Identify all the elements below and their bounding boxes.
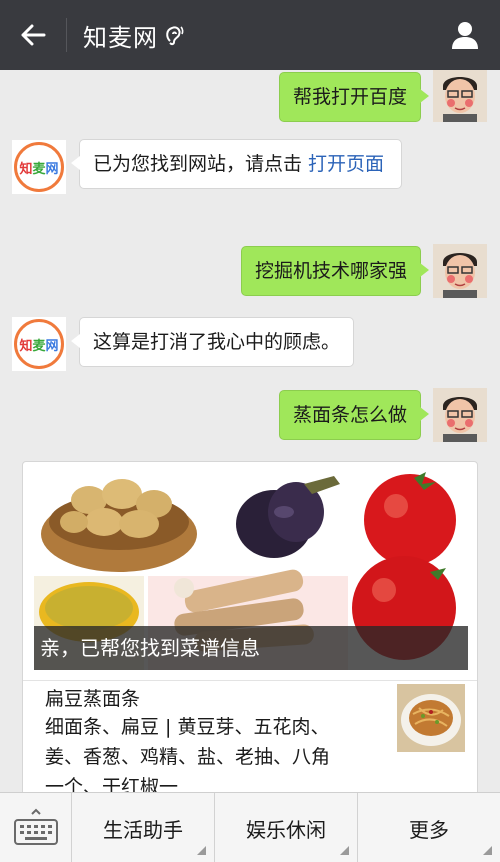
message-bubble-outgoing[interactable]: 帮我打开百度 bbox=[278, 72, 430, 122]
keyboard-toggle-button[interactable] bbox=[0, 793, 72, 862]
bottom-menu-bar: 生活助手 娱乐休闲 更多 bbox=[0, 792, 500, 862]
message-text: 已为您找到网站，请点击 bbox=[93, 153, 309, 175]
user-avatar[interactable] bbox=[433, 388, 487, 442]
user-avatar[interactable] bbox=[433, 244, 487, 298]
bot-avatar[interactable]: 知麦网 bbox=[12, 140, 66, 194]
recipe-description: 细面条、扁豆 | 黄豆芽、五花肉、姜、香葱、鸡精、盐、老抽、八角一个、干红椒一 bbox=[45, 716, 331, 792]
title-area: 知麦网 bbox=[67, 18, 184, 53]
message-text: 帮我打开百度 bbox=[292, 86, 407, 108]
menu-label: 生活助手 bbox=[103, 817, 183, 842]
bot-logo-char: 麦 bbox=[32, 338, 46, 354]
message-text: 挖掘机技术哪家强 bbox=[254, 260, 407, 282]
menu-more[interactable]: 更多 bbox=[358, 793, 500, 862]
bot-logo-char: 网 bbox=[45, 161, 59, 177]
arrow-left-icon bbox=[21, 24, 46, 46]
submenu-indicator-icon bbox=[197, 846, 206, 855]
menu-entertainment[interactable]: 娱乐休闲 bbox=[215, 793, 358, 862]
message-text: 这算是打消了我心中的顾虑。 bbox=[93, 331, 341, 353]
menu-label: 娱乐休闲 bbox=[246, 817, 326, 842]
bot-logo: 知麦网 bbox=[14, 319, 64, 369]
top-bar: 知麦网 bbox=[0, 0, 500, 70]
message-bubble-incoming[interactable]: 已为您找到网站，请点击 打开页面 bbox=[71, 139, 402, 189]
bot-logo-char: 网 bbox=[45, 338, 59, 354]
open-page-link[interactable]: 打开页面 bbox=[308, 153, 384, 175]
keyboard-icon bbox=[13, 808, 58, 845]
person-icon bbox=[452, 22, 478, 49]
bot-logo-char: 知 bbox=[19, 161, 33, 177]
message-text: 蒸面条怎么做 bbox=[292, 404, 407, 426]
bot-logo-char: 知 bbox=[19, 338, 33, 354]
recipe-title[interactable]: 扁豆蒸面条 bbox=[45, 684, 140, 714]
bot-logo: 知麦网 bbox=[14, 142, 64, 192]
recipe-card[interactable]: 亲，已帮您找到菜谱信息 扁豆蒸面条 细面条、扁豆 | 黄豆芽、五花肉、姜、香葱、… bbox=[22, 461, 478, 792]
profile-button[interactable] bbox=[430, 0, 500, 70]
menu-life-assistant[interactable]: 生活助手 bbox=[72, 793, 215, 862]
page-title: 知麦网 bbox=[83, 23, 158, 52]
bot-avatar[interactable]: 知麦网 bbox=[12, 317, 66, 371]
recipe-cover-image[interactable]: 亲，已帮您找到菜谱信息 bbox=[34, 472, 468, 670]
submenu-indicator-icon bbox=[340, 846, 349, 855]
submenu-indicator-icon bbox=[483, 846, 492, 855]
recipe-cover-caption: 亲，已帮您找到菜谱信息 bbox=[34, 626, 468, 670]
bot-logo-char: 麦 bbox=[32, 161, 46, 177]
menu-label: 更多 bbox=[409, 817, 449, 842]
back-button[interactable] bbox=[0, 0, 66, 70]
earpiece-mode-icon bbox=[164, 24, 184, 46]
recipe-thumbnail[interactable] bbox=[397, 684, 465, 752]
message-bubble-incoming[interactable]: 这算是打消了我心中的顾虑。 bbox=[70, 317, 355, 367]
message-bubble-outgoing[interactable]: 挖掘机技术哪家强 bbox=[240, 246, 430, 296]
user-avatar[interactable] bbox=[433, 70, 487, 122]
chat-area[interactable]: 帮我打开百度 知麦网 已为您找到网站，请点击 打开页面 挖掘机技术哪家强 知 麦… bbox=[0, 70, 500, 792]
card-divider bbox=[23, 680, 477, 681]
message-bubble-outgoing[interactable]: 蒸面条怎么做 bbox=[278, 390, 430, 440]
